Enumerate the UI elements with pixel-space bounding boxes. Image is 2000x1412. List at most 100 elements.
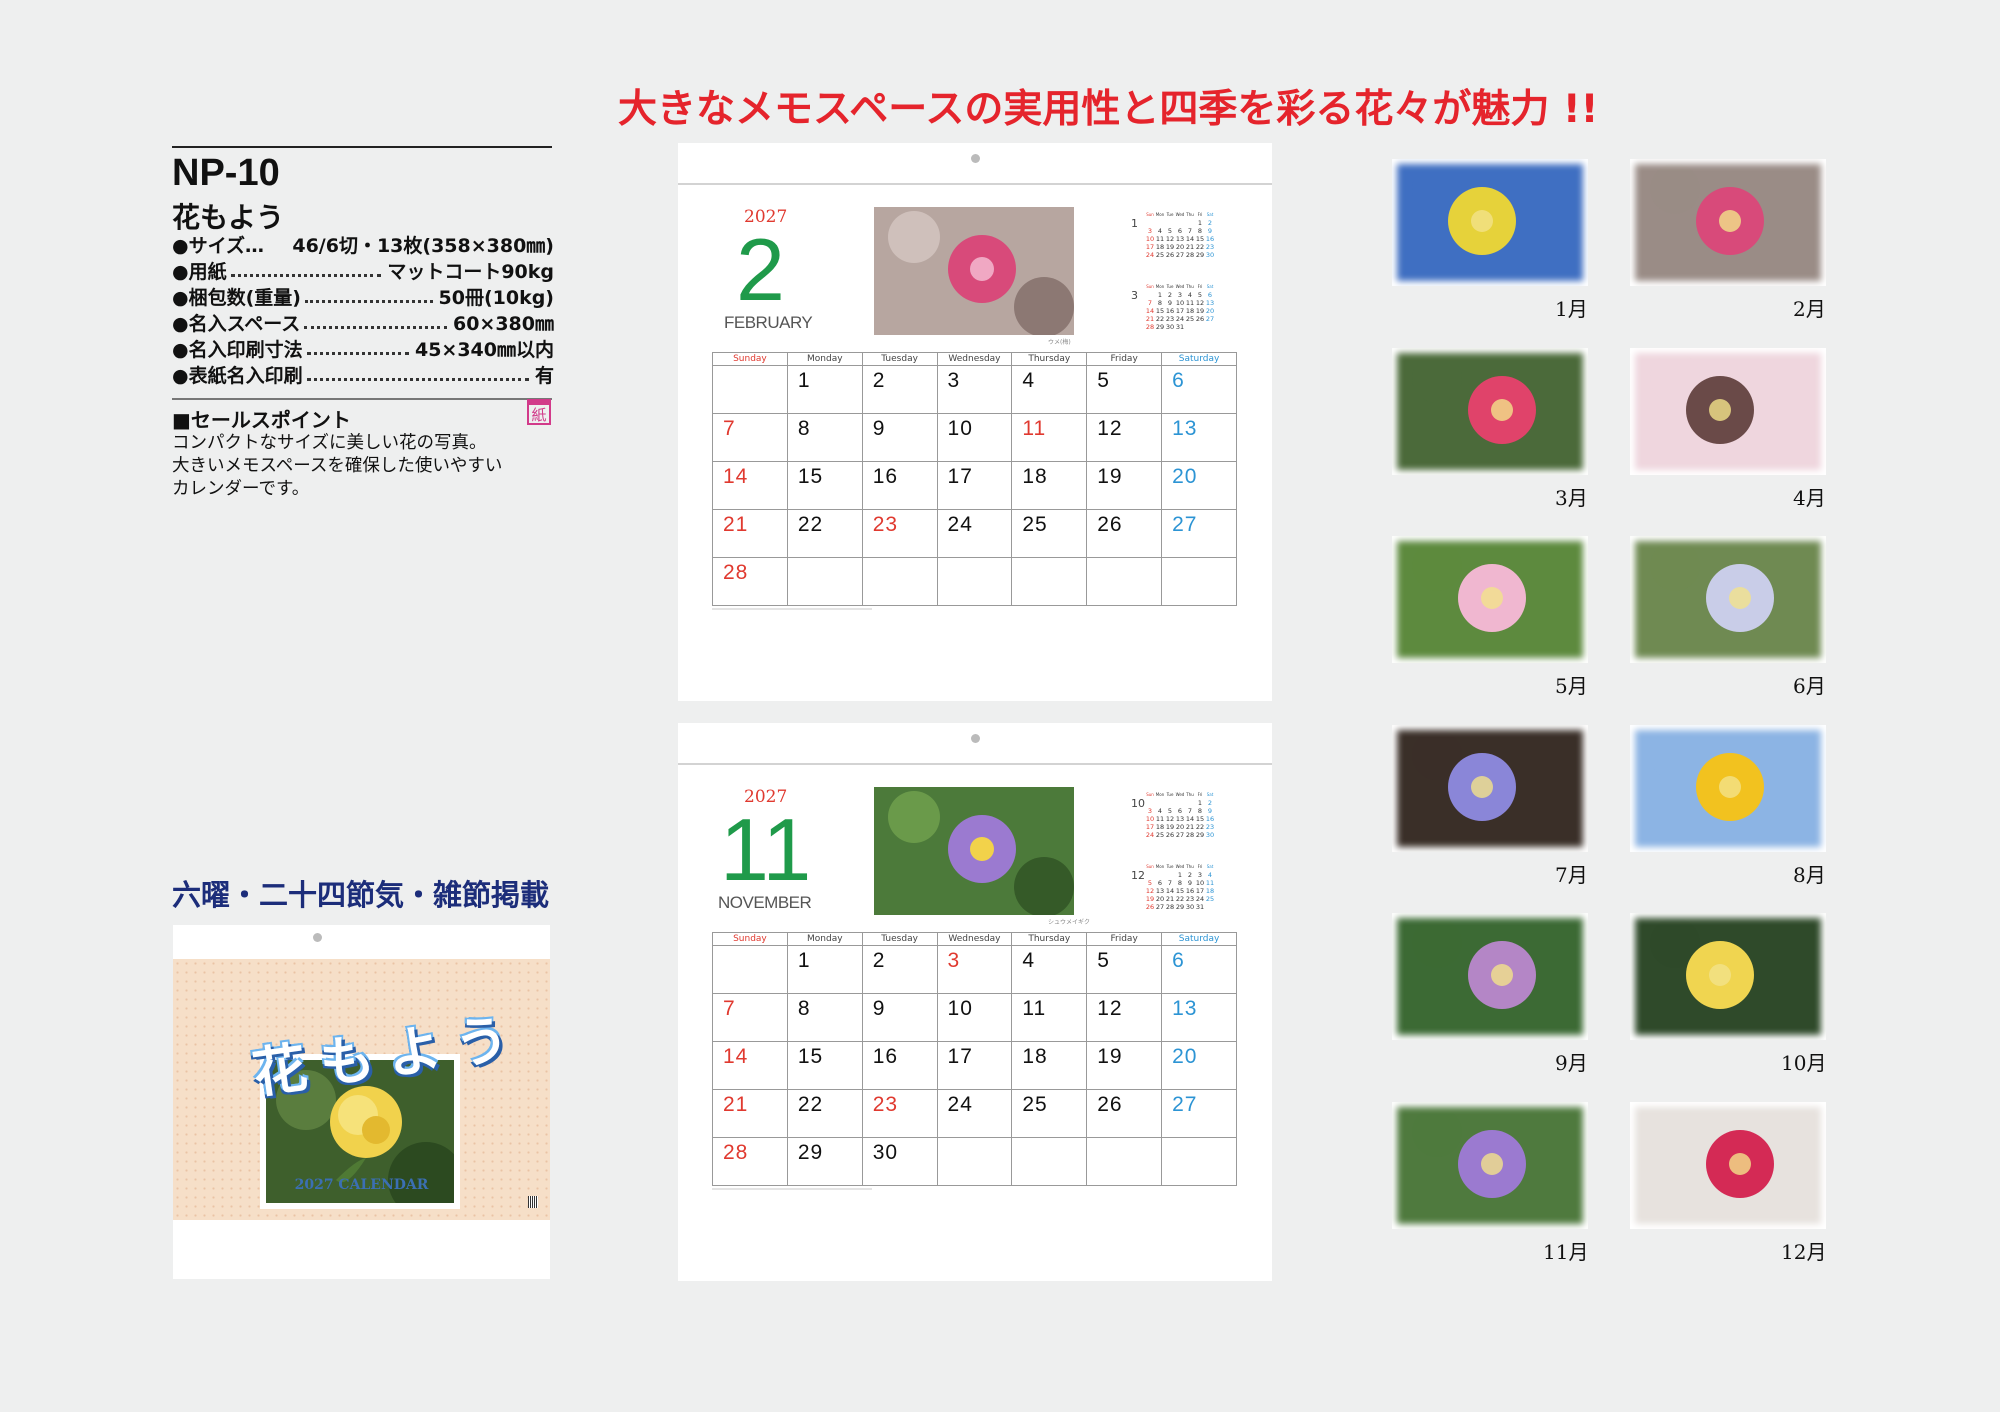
day-number: 11 [1022, 417, 1047, 440]
day-cell: 14 [712, 461, 788, 510]
mini-day: 12 [1165, 815, 1175, 823]
weekday-label: Friday [1086, 352, 1163, 366]
month-label: 6月 [1793, 674, 1826, 699]
mini-day: 4 [1157, 227, 1163, 235]
mini-week: 10 11 12 13 14 15 16 [1145, 235, 1215, 243]
day-number: 1 [797, 369, 811, 392]
mini-day: 23 [1205, 823, 1215, 831]
weekday-label: Thursday [1011, 932, 1088, 946]
mini-day: 28 [1185, 831, 1195, 839]
mini-weekday: Fri [1197, 792, 1203, 797]
mini-day: 27 [1175, 251, 1185, 259]
binding-edge [678, 763, 1272, 765]
day-number: 1 [797, 949, 811, 972]
day-number: 15 [797, 1045, 824, 1068]
day-cell [936, 1137, 1013, 1186]
weekday-label: Saturday [1161, 352, 1237, 366]
mini-day: 4 [1207, 871, 1213, 879]
day-number: 23 [872, 1093, 899, 1116]
spec-row: ●名入印刷寸法 45×340㎜以内 [172, 336, 554, 362]
weekday-label: Tuesday [861, 932, 938, 946]
mini-day [1145, 291, 1155, 299]
mini-day: 18 [1205, 887, 1215, 895]
mini-week: 3456789 [1145, 807, 1215, 815]
day-number: 6 [1172, 949, 1185, 972]
mini-header: Sun Mon Tue Wed Thu Fri Sat [1145, 791, 1215, 799]
day-number: 26 [1097, 1093, 1123, 1116]
spec-row: ●サイズ… 46/6切・13枚(358×380㎜) [172, 232, 554, 258]
spec-key: ●サイズ… [172, 235, 265, 257]
day-cell: 28 [712, 1137, 788, 1186]
day-number: 5 [1097, 369, 1110, 392]
mini-day: 26 [1145, 903, 1155, 911]
mini-month: 12 [1131, 869, 1145, 882]
month-label: 3月 [1555, 485, 1588, 510]
weekday-label: Saturday [1161, 932, 1237, 946]
day-cell [936, 557, 1013, 606]
week-row: 28 [712, 557, 1237, 606]
day-cell: 23 [861, 1089, 938, 1138]
day-cell: 26 [1086, 509, 1163, 558]
mini-day: 6 [1177, 807, 1183, 815]
sales-point-line: コンパクトなサイズに美しい花の写真。 [172, 433, 487, 453]
day-number: 21 [723, 513, 749, 536]
mini-day [1185, 323, 1195, 331]
day-number: 27 [1172, 1093, 1198, 1116]
day-cell: 7 [712, 993, 788, 1042]
day-number: 3 [947, 949, 961, 972]
month-thumbnail [1630, 724, 1826, 852]
mini-day: 11 [1185, 299, 1195, 307]
spec-row: ●表紙名入印刷 有 [172, 362, 554, 388]
day-cell: 22 [786, 509, 863, 558]
mini-day: 22 [1195, 243, 1205, 251]
mini-day: 30 [1185, 903, 1195, 911]
mini-weekday: Sun [1146, 864, 1154, 869]
day-cell: 1 [786, 945, 863, 994]
dot-leader [304, 300, 433, 303]
mini-week: 5 6 7 8 9 10 11 [1145, 879, 1215, 887]
mini-day: 21 [1185, 243, 1195, 251]
day-number: 14 [723, 1045, 749, 1068]
sales-point-text: コンパクトなサイズに美しい花の写真。 大きいメモスペースを確保した使いやすい カ… [172, 432, 562, 501]
mini-day: 26 [1165, 831, 1175, 839]
day-cell [1161, 1137, 1237, 1186]
day-cell: 20 [1161, 461, 1237, 510]
mini-weekday: Tue [1166, 792, 1174, 797]
mini-day: 13 [1155, 887, 1165, 895]
spec-value: 46/6切・13枚(358×380㎜) [292, 235, 554, 257]
day-number: 23 [872, 513, 899, 536]
mini-day: 29 [1175, 903, 1185, 911]
mini-day: 3 [1147, 807, 1153, 815]
month-thumbnail [1392, 724, 1588, 852]
mini-day: 7 [1147, 299, 1153, 307]
divider [172, 398, 552, 400]
mini-day: 25 [1185, 315, 1195, 323]
mini-day: 19 [1145, 895, 1155, 903]
mini-day: 17 [1175, 307, 1185, 315]
mini-day [1165, 219, 1175, 227]
day-cell: 5 [1086, 365, 1163, 414]
mini-weekday: Thu [1186, 212, 1194, 217]
mini-week: 14 15 16 17 18 19 20 [1145, 307, 1215, 315]
mini-week: 123456 [1145, 291, 1215, 299]
month-thumbnail [1392, 347, 1588, 475]
mini-day: 6 [1207, 291, 1213, 299]
week-row: 7 8 9 10 11 12 13 [712, 993, 1237, 1042]
day-cell: 19 [1086, 1041, 1163, 1090]
mini-day: 11 [1155, 235, 1165, 243]
mini-day: 11 [1205, 879, 1215, 887]
mini-day: 8 [1197, 807, 1203, 815]
headline: 大きなメモスペースの実用性と四季を彩る花々が魅力 !! [618, 87, 1599, 132]
spec-key: ●用紙 [172, 261, 227, 283]
mini-day: 16 [1205, 235, 1215, 243]
spec-row: ●名入スペース 60×380㎜ [172, 310, 554, 336]
mini-day [1205, 903, 1215, 911]
day-cell [786, 557, 863, 606]
mini-day: 30 [1165, 323, 1175, 331]
mini-week: 1234 [1145, 871, 1215, 879]
day-cell: 23 [861, 509, 938, 558]
day-cell: 21 [712, 509, 788, 558]
mini-day: 22 [1195, 823, 1205, 831]
mini-weekday: Tue [1166, 864, 1174, 869]
mini-weekday: Fri [1197, 212, 1203, 217]
